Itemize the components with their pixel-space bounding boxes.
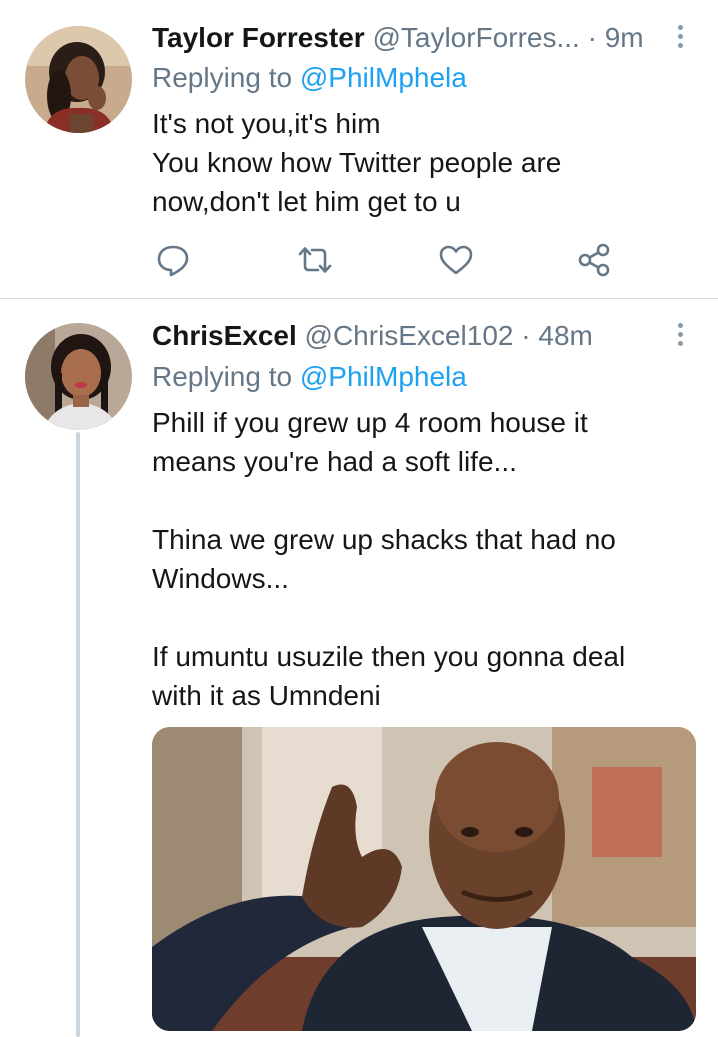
user-handle[interactable]: @TaylorForres...	[372, 22, 579, 53]
replying-to-label: Replying to	[152, 62, 293, 93]
tweet-text-line: If umuntu usuzile then you gonna deal	[152, 641, 626, 672]
tweet-text-line: with it as Umndeni	[152, 680, 381, 711]
tweet-actions	[0, 240, 718, 280]
display-name[interactable]: Taylor Forrester	[152, 22, 365, 53]
display-name[interactable]: ChrisExcel	[152, 320, 297, 351]
tweet-header: Taylor Forrester @TaylorForres... · 9m	[152, 21, 644, 55]
share-icon	[578, 243, 610, 277]
replying-to: Replying to @PhilMphela	[152, 360, 467, 394]
replying-to: Replying to @PhilMphela	[152, 61, 467, 95]
timestamp[interactable]: 48m	[538, 320, 592, 351]
tweet-text-line: You know how Twitter people are	[152, 147, 562, 178]
retweet-button[interactable]	[295, 240, 335, 280]
tweet-text-line: Phill if you grew up 4 room house it	[152, 407, 588, 438]
more-vertical-icon[interactable]	[672, 21, 688, 55]
avatar[interactable]	[25, 26, 132, 133]
tweet-text-line: now,don't let him get to u	[152, 186, 461, 217]
separator-dot: ·	[521, 320, 531, 351]
more-vertical-icon[interactable]	[672, 319, 688, 353]
tweet[interactable]: Taylor Forrester @TaylorForres... · 9m R…	[0, 0, 718, 298]
tweet[interactable]: ChrisExcel @ChrisExcel102 · 48m Replying…	[0, 299, 718, 1037]
thread-line	[76, 432, 80, 1037]
timestamp[interactable]: 9m	[605, 22, 644, 53]
tweet-header: ChrisExcel @ChrisExcel102 · 48m	[152, 319, 593, 353]
mention-link[interactable]: @PhilMphela	[300, 62, 467, 93]
tweet-photo[interactable]	[152, 727, 696, 1031]
replying-to-label: Replying to	[152, 361, 293, 392]
reply-icon	[157, 245, 189, 277]
like-button[interactable]	[436, 240, 476, 280]
tweet-text-line: Thina we grew up shacks that had no	[152, 524, 616, 555]
separator-dot: ·	[587, 22, 597, 53]
avatar[interactable]	[25, 323, 132, 430]
retweet-icon	[298, 247, 332, 273]
tweet-text-line: Windows...	[152, 563, 289, 594]
tweet-text: It's not you,it's him You know how Twitt…	[152, 104, 692, 221]
reply-button[interactable]	[153, 240, 193, 280]
tweet-text-line: It's not you,it's him	[152, 108, 381, 139]
tweet-text-line: means you're had a soft life...	[152, 446, 517, 477]
heart-icon	[439, 245, 473, 275]
mention-link[interactable]: @PhilMphela	[300, 361, 467, 392]
share-button[interactable]	[575, 240, 615, 280]
tweet-text: Phill if you grew up 4 room house it mea…	[152, 403, 692, 715]
user-handle[interactable]: @ChrisExcel102	[305, 320, 514, 351]
